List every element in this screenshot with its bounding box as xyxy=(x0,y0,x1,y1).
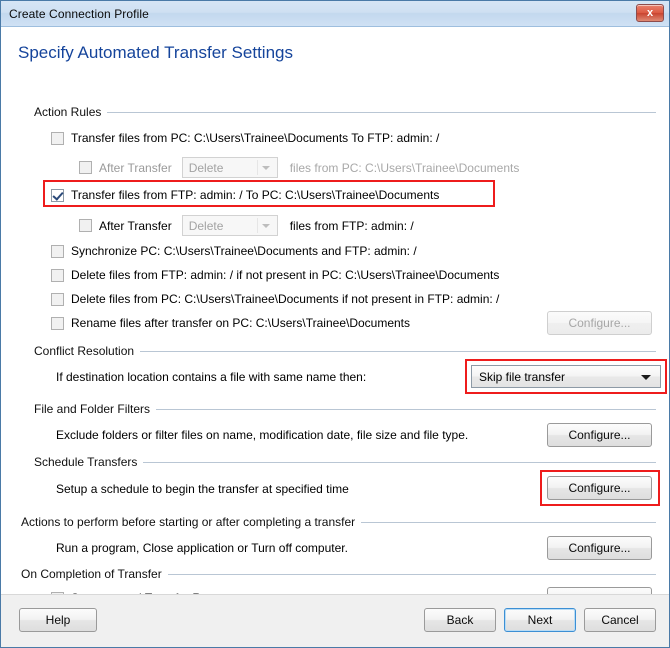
select-conflict-resolution[interactable]: Skip file transfer xyxy=(471,365,661,388)
checkbox-label-synchronize: Synchronize PC: C:\Users\Trainee\Documen… xyxy=(71,244,417,258)
group-header-actions-before-after: Actions to perform before starting or af… xyxy=(21,515,656,529)
checkbox-synchronize[interactable] xyxy=(51,244,64,258)
checkbox-after-transfer-1[interactable] xyxy=(79,161,92,174)
checkbox-rename-files[interactable] xyxy=(51,316,64,330)
after-transfer-1-trailing-text: files from PC: C:\Users\Trainee\Document… xyxy=(289,160,520,175)
select-value-after-transfer-2: Delete xyxy=(188,218,224,233)
group-header-action-rules: Action Rules xyxy=(34,105,656,119)
select-value-conflict-resolution: Skip file transfer xyxy=(479,369,566,384)
title-bar: Create Connection Profile x xyxy=(1,1,669,27)
close-icon[interactable]: x xyxy=(636,4,664,22)
checkbox-label-transfer-pc-to-ftp: Transfer files from PC: C:\Users\Trainee… xyxy=(71,131,440,145)
checkbox-row-synchronize[interactable]: Synchronize PC: C:\Users\Trainee\Documen… xyxy=(51,244,417,258)
configure-button-rename[interactable]: Configure... xyxy=(547,311,652,335)
group-header-file-folder-filters: File and Folder Filters xyxy=(34,402,656,416)
group-divider xyxy=(156,408,656,410)
checkbox-row-transfer-ftp-to-pc[interactable]: Transfer files from FTP: admin: / To PC:… xyxy=(51,188,439,202)
checkbox-after-transfer-2[interactable] xyxy=(79,219,92,232)
checkbox-row-transfer-pc-to-ftp[interactable]: Transfer files from PC: C:\Users\Trainee… xyxy=(51,131,439,145)
checkbox-row-delete-pc[interactable]: Delete files from PC: C:\Users\Trainee\D… xyxy=(51,292,499,306)
checkbox-label-delete-files-ftp: Delete files from FTP: admin: / if not p… xyxy=(71,268,500,282)
schedule-transfers-description: Setup a schedule to begin the transfer a… xyxy=(56,482,349,496)
page-title: Specify Automated Transfer Settings xyxy=(18,43,293,62)
next-button[interactable]: Next xyxy=(504,608,576,632)
group-header-conflict-resolution: Conflict Resolution xyxy=(34,344,656,358)
checkbox-row-after-transfer-2[interactable]: After Transfer Delete files from FTP: ad… xyxy=(79,215,414,236)
dialog-content: Specify Automated Transfer Settings Acti… xyxy=(1,27,669,611)
conflict-resolution-prompt: If destination location contains a file … xyxy=(56,370,367,384)
checkbox-label-rename-files: Rename files after transfer on PC: C:\Us… xyxy=(71,316,411,330)
group-divider xyxy=(107,111,656,113)
checkbox-label-after-transfer-2: After Transfer xyxy=(99,218,172,233)
group-header-schedule-transfers: Schedule Transfers xyxy=(34,455,656,469)
help-button[interactable]: Help xyxy=(19,608,97,632)
group-divider xyxy=(361,521,656,523)
cancel-button[interactable]: Cancel xyxy=(584,608,656,632)
checkbox-row-rename-files[interactable]: Rename files after transfer on PC: C:\Us… xyxy=(51,316,410,330)
group-divider xyxy=(167,573,656,575)
create-connection-profile-window: Create Connection Profile x Specify Auto… xyxy=(0,0,670,648)
back-button[interactable]: Back xyxy=(424,608,496,632)
checkbox-transfer-ftp-to-pc[interactable] xyxy=(51,188,64,202)
chevron-down-icon xyxy=(261,223,270,228)
chevron-down-icon xyxy=(641,374,651,380)
checkbox-row-after-transfer-1[interactable]: After Transfer Delete files from PC: C:\… xyxy=(79,157,519,178)
checkbox-label-delete-files-pc: Delete files from PC: C:\Users\Trainee\D… xyxy=(71,292,500,306)
select-value-after-transfer-1: Delete xyxy=(188,160,224,175)
checkbox-label-transfer-ftp-to-pc: Transfer files from FTP: admin: / To PC:… xyxy=(71,188,440,202)
select-after-transfer-action-1[interactable]: Delete xyxy=(181,157,278,178)
configure-button-actions[interactable]: Configure... xyxy=(547,536,652,560)
window-title: Create Connection Profile xyxy=(9,6,149,21)
checkbox-transfer-pc-to-ftp[interactable] xyxy=(51,131,64,145)
actions-before-after-description: Run a program, Close application or Turn… xyxy=(56,541,348,555)
checkbox-row-delete-ftp[interactable]: Delete files from FTP: admin: / if not p… xyxy=(51,268,499,282)
after-transfer-2-trailing-text: files from FTP: admin: / xyxy=(289,218,414,233)
configure-button-filters[interactable]: Configure... xyxy=(547,423,652,447)
group-divider xyxy=(143,461,656,463)
chevron-down-icon xyxy=(261,165,270,170)
group-header-on-completion: On Completion of Transfer xyxy=(21,567,656,581)
checkbox-delete-files-pc[interactable] xyxy=(51,292,64,306)
configure-button-schedule[interactable]: Configure... xyxy=(547,476,652,500)
file-folder-filters-description: Exclude folders or filter files on name,… xyxy=(56,428,469,442)
checkbox-delete-files-ftp[interactable] xyxy=(51,268,64,282)
checkbox-label-after-transfer-1: After Transfer xyxy=(99,160,172,175)
dialog-footer: Help Back Next Cancel xyxy=(1,594,669,647)
select-after-transfer-action-2[interactable]: Delete xyxy=(181,215,278,236)
group-divider xyxy=(140,350,656,352)
